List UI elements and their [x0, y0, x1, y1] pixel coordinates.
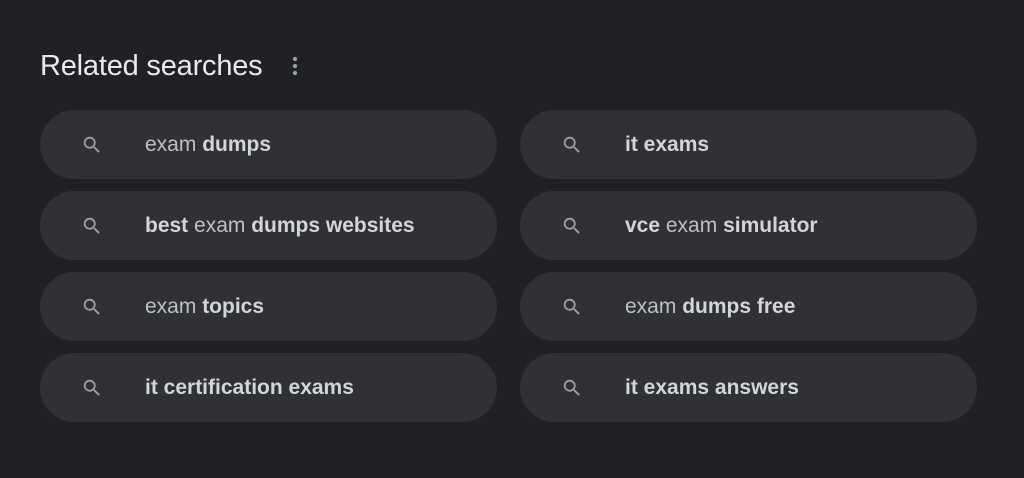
related-search-chip[interactable]: exam topics [40, 272, 497, 341]
related-search-label: it exams [625, 133, 709, 157]
related-search-chip[interactable]: best exam dumps websites [40, 191, 497, 260]
more-vert-icon [292, 56, 298, 76]
more-options-button[interactable] [285, 50, 305, 82]
search-icon [560, 133, 584, 157]
related-search-label: it exams answers [625, 376, 799, 400]
related-search-chip[interactable]: exam dumps free [520, 272, 977, 341]
related-searches-header: Related searches [40, 44, 305, 88]
query-bold-term: it exams answers [625, 375, 799, 399]
related-search-chip[interactable]: it exams answers [520, 353, 977, 422]
related-search-chip[interactable]: it exams [520, 110, 977, 179]
search-icon [560, 376, 584, 400]
query-bold-term: topics [202, 294, 265, 318]
query-term: exam [145, 132, 203, 156]
related-search-label: exam topics [145, 295, 264, 319]
search-icon [80, 295, 104, 319]
related-search-label: vce exam simulator [625, 214, 818, 238]
query-bold-term: simulator [723, 213, 818, 237]
query-bold-term: it certification exams [145, 375, 354, 399]
query-bold-term: vce [625, 213, 661, 237]
related-search-label: exam dumps [145, 133, 271, 157]
search-icon [80, 133, 104, 157]
search-icon [80, 376, 104, 400]
section-title: Related searches [40, 50, 263, 82]
query-bold-term: dumps websites [251, 213, 415, 237]
related-search-label: exam dumps free [625, 295, 795, 319]
query-bold-term: it exams [625, 132, 710, 156]
search-icon [560, 295, 584, 319]
related-search-chip[interactable]: it certification exams [40, 353, 497, 422]
query-bold-term: dumps free [682, 294, 796, 318]
query-bold-term: dumps [202, 132, 272, 156]
search-icon [80, 214, 104, 238]
related-searches-panel: Related searches exam dumps it exams best … [0, 0, 1024, 478]
related-search-chip[interactable]: vce exam simulator [520, 191, 977, 260]
query-term: exam [188, 213, 252, 237]
related-search-label: it certification exams [145, 376, 354, 400]
related-search-chip[interactable]: exam dumps [40, 110, 497, 179]
query-term: exam [660, 213, 724, 237]
query-bold-term: best [145, 213, 189, 237]
query-term: exam [625, 294, 683, 318]
query-term: exam [145, 294, 203, 318]
related-searches-grid: exam dumps it exams best exam dumps websit… [40, 110, 977, 422]
search-icon [560, 214, 584, 238]
related-search-label: best exam dumps websites [145, 214, 415, 238]
